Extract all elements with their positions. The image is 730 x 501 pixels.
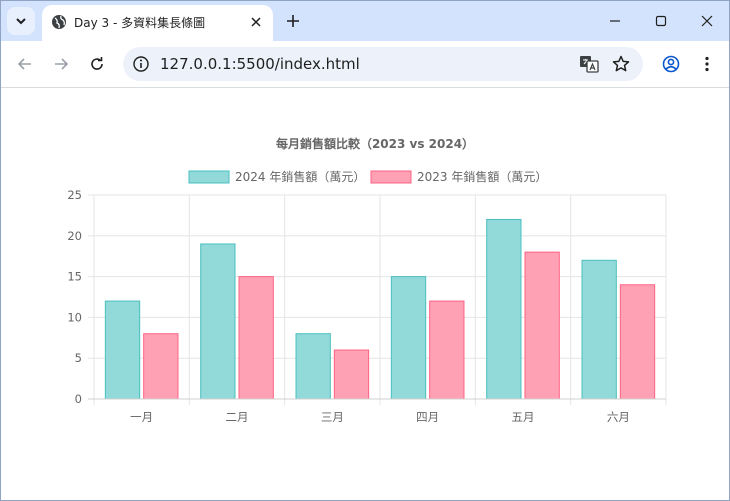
bar: [390, 276, 427, 400]
x-tick-label: 五月: [512, 410, 535, 424]
y-tick-label: 20: [67, 229, 82, 243]
page-content: 每月銷售額比較（2023 vs 2024） 2024 年銷售額（萬元） 2023 年…: [1, 88, 729, 500]
address-bar[interactable]: 127.0.0.1:5500/index.html: [123, 47, 643, 81]
legend-swatch: [370, 170, 412, 184]
bar: [429, 300, 465, 400]
arrow-left-icon: [17, 58, 31, 70]
legend-swatch: [188, 170, 230, 184]
chart-title: 每月銷售額比較（2023 vs 2024）: [276, 136, 474, 151]
globe-icon: [52, 15, 66, 29]
minimize-button[interactable]: [603, 9, 627, 33]
translate-icon: [580, 56, 599, 73]
x-tick-label: 四月: [416, 410, 439, 424]
more-vert-icon: [705, 56, 709, 72]
y-tick-label: 10: [67, 310, 82, 324]
tab-strip: Day 3 - 多資料集長條圖: [1, 1, 729, 41]
chevron-down-icon: [16, 18, 26, 25]
x-tick-label: 二月: [226, 410, 249, 424]
bar-chart: 每月銷售額比較（2023 vs 2024） 2024 年銷售額（萬元） 2023 年…: [67, 136, 667, 424]
bar: [143, 333, 179, 400]
reload-button[interactable]: [84, 51, 110, 77]
close-icon: [251, 17, 261, 27]
legend-label: 2024 年銷售額（萬元）: [235, 169, 365, 184]
translate-button[interactable]: [578, 53, 600, 75]
browser-toolbar: 127.0.0.1:5500/index.html: [1, 41, 729, 88]
legend-label: 2023 年銷售額（萬元）: [417, 169, 547, 184]
bar: [486, 218, 522, 400]
forward-button[interactable]: [48, 51, 74, 77]
reload-icon: [91, 57, 103, 70]
tab-close-button[interactable]: [247, 13, 265, 31]
y-tick-label: 0: [75, 392, 82, 406]
x-tick-label: 六月: [607, 410, 630, 424]
bar: [581, 259, 617, 400]
bar: [619, 284, 656, 400]
maximize-button[interactable]: [649, 9, 673, 33]
account-icon: [662, 55, 680, 73]
new-tab-button[interactable]: [283, 11, 303, 31]
menu-button[interactable]: [694, 51, 720, 77]
minimize-icon: [610, 20, 620, 22]
info-icon[interactable]: [132, 55, 150, 73]
bookmark-button[interactable]: [610, 53, 632, 75]
y-tick-label: 5: [75, 351, 82, 365]
close-window-button[interactable]: [695, 9, 719, 33]
y-tick-label: 25: [67, 188, 82, 202]
profile-button[interactable]: [658, 51, 684, 77]
bar: [238, 276, 274, 400]
bar: [333, 349, 370, 400]
bar: [295, 333, 331, 400]
tab-search-button[interactable]: [7, 7, 35, 35]
arrow-right-icon: [55, 58, 69, 70]
back-button[interactable]: [12, 51, 38, 77]
star-icon: [612, 55, 630, 72]
maximize-icon: [655, 15, 667, 27]
x-tick-label: 一月: [130, 410, 153, 424]
y-tick-label: 15: [67, 270, 82, 284]
bar: [200, 243, 236, 400]
tab-title: Day 3 - 多資料集長條圖: [74, 16, 206, 30]
active-tab[interactable]: Day 3 - 多資料集長條圖: [42, 5, 273, 41]
bar: [524, 251, 560, 400]
bar: [104, 300, 141, 400]
browser-window: Day 3 - 多資料集長條圖 127.0.0.1:5500/index.htm…: [0, 0, 730, 501]
url-text[interactable]: 127.0.0.1:5500/index.html: [160, 55, 360, 73]
close-icon: [701, 15, 713, 27]
x-tick-label: 三月: [321, 410, 344, 424]
plus-icon: [287, 15, 299, 27]
